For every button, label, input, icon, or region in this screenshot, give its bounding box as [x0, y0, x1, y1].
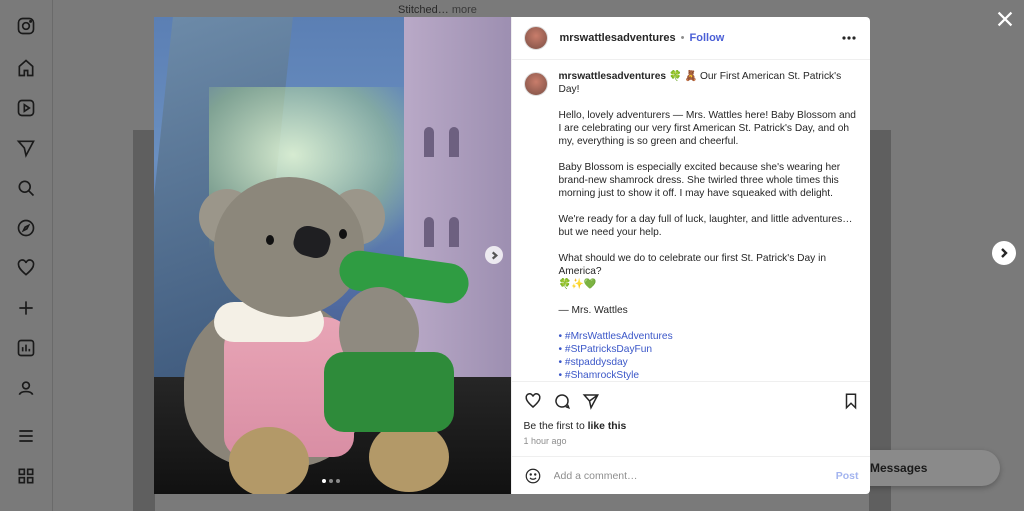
post-comment-button[interactable]: Post	[836, 470, 859, 482]
home-icon[interactable]	[14, 56, 38, 80]
caption-paragraph: Hello, lovely adventurers — Mrs. Wattles…	[558, 110, 856, 147]
background-snippet: Stitched… more	[398, 4, 477, 16]
media-dot	[336, 479, 340, 483]
caption-paragraph: What should we do to celebrate our first…	[558, 253, 827, 290]
follow-button[interactable]: Follow	[690, 32, 725, 44]
explore-icon[interactable]	[14, 216, 38, 240]
create-icon[interactable]	[14, 296, 38, 320]
dashboard-icon[interactable]	[14, 336, 38, 360]
notifications-icon[interactable]	[14, 256, 38, 280]
messages-icon[interactable]	[14, 136, 38, 160]
hashtag-link[interactable]: • #ShamrockStyle	[559, 369, 859, 380]
background-post-tile	[133, 130, 155, 511]
instagram-icon[interactable]	[14, 14, 38, 38]
more-options-icon[interactable]	[840, 29, 858, 47]
post-timestamp: 1 hour ago	[523, 436, 567, 446]
menu-icon[interactable]	[14, 424, 38, 448]
avatar[interactable]	[523, 72, 548, 96]
hashtag-link[interactable]: • #MrsWattlesAdventures	[559, 330, 859, 343]
close-icon[interactable]	[994, 8, 1016, 30]
caption-paragraph: — Mrs. Wattles	[558, 305, 628, 316]
media-dot	[322, 479, 326, 483]
caption-paragraph: We're ready for a day full of luck, laug…	[558, 214, 853, 238]
emoji-icon[interactable]	[524, 467, 542, 485]
media-pagination-dots	[322, 479, 340, 483]
media-dot	[329, 479, 333, 483]
post-side-panel: mrswattlesadventures • Follow mrswattles…	[510, 17, 871, 494]
next-post-button[interactable]	[992, 241, 1016, 265]
reels-icon[interactable]	[14, 96, 38, 120]
post-media	[154, 17, 511, 494]
also-from-meta-icon[interactable]	[14, 464, 38, 488]
hashtag-link[interactable]: • #stpaddysday	[559, 356, 859, 369]
post-modal: mrswattlesadventures • Follow mrswattles…	[154, 17, 870, 494]
caption-username[interactable]: mrswattlesadventures	[559, 71, 667, 82]
chevron-right-icon	[491, 251, 498, 259]
sidebar	[0, 0, 53, 511]
heart-icon[interactable]	[524, 392, 544, 412]
share-icon[interactable]	[582, 392, 602, 412]
caption-area[interactable]: mrswattlesadventures 🍀 🧸 Our First Ameri…	[512, 60, 871, 380]
bookmark-icon[interactable]	[842, 392, 862, 412]
caption-text: mrswattlesadventures 🍀 🧸 Our First Ameri…	[559, 70, 859, 380]
profile-icon[interactable]	[14, 376, 38, 400]
separator: •	[680, 32, 685, 44]
media-next-button[interactable]	[485, 246, 503, 264]
search-icon[interactable]	[14, 176, 38, 200]
hashtag-link[interactable]: • #StPatricksDayFun	[559, 343, 859, 356]
post-header: mrswattlesadventures • Follow	[511, 17, 870, 60]
like-this-link[interactable]: like this	[588, 421, 627, 432]
avatar[interactable]	[523, 26, 548, 50]
post-username[interactable]: mrswattlesadventures	[560, 32, 676, 44]
chevron-right-icon	[1001, 248, 1008, 258]
caption-paragraph: Baby Blossom is especially excited becau…	[558, 162, 841, 199]
comment-icon[interactable]	[553, 392, 573, 412]
comment-box: Post	[511, 456, 870, 494]
likes-text: Be the first to like this	[523, 421, 627, 432]
hashtag-list: • #MrsWattlesAdventures • #StPatricksDay…	[559, 330, 859, 380]
comment-input[interactable]	[551, 469, 816, 483]
